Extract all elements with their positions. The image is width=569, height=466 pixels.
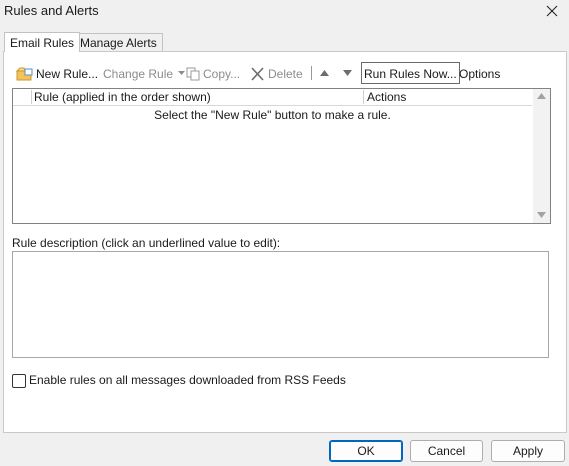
- close-icon: [546, 5, 558, 17]
- rule-description-label: Rule description (click an underlined va…: [12, 236, 281, 250]
- apply-button[interactable]: Apply: [491, 440, 565, 462]
- rules-list[interactable]: Rule (applied in the order shown) Action…: [12, 88, 551, 224]
- delete-icon: [251, 67, 264, 81]
- run-rules-now-label: Run Rules Now...: [364, 66, 457, 81]
- chevron-down-icon: [178, 71, 186, 76]
- rss-rules-label[interactable]: Enable rules on all messages downloaded …: [29, 373, 346, 388]
- title-bar: Rules and Alerts: [0, 0, 569, 26]
- arrow-down-icon: [343, 70, 352, 76]
- window-title: Rules and Alerts: [4, 3, 99, 18]
- move-up-button[interactable]: [319, 62, 330, 84]
- change-rule-button[interactable]: Change Rule: [103, 62, 186, 84]
- run-rules-now-button[interactable]: Run Rules Now...: [361, 62, 460, 84]
- column-divider[interactable]: [363, 90, 364, 104]
- arrow-up-icon: [320, 70, 329, 76]
- delete-label: Delete: [268, 66, 303, 81]
- email-rules-panel: New Rule... Change Rule Copy... Delete R…: [3, 51, 567, 433]
- rule-description-box[interactable]: [12, 251, 549, 358]
- column-header-actions[interactable]: Actions: [367, 89, 406, 105]
- options-button[interactable]: Options: [459, 62, 500, 84]
- move-down-button[interactable]: [342, 62, 353, 84]
- scroll-up-icon[interactable]: [537, 93, 546, 100]
- toolbar-separator: [311, 66, 312, 80]
- copy-label: Copy...: [203, 66, 241, 81]
- copy-button[interactable]: Copy...: [186, 62, 240, 84]
- rss-rules-checkbox[interactable]: [12, 374, 26, 388]
- tab-manage-alerts[interactable]: Manage Alerts: [74, 33, 163, 52]
- rules-toolbar: New Rule... Change Rule Copy... Delete R…: [14, 62, 554, 84]
- tab-email-rules[interactable]: Email Rules: [4, 32, 81, 52]
- new-rule-icon: [16, 67, 33, 81]
- new-rule-label: New Rule...: [36, 66, 99, 81]
- ok-button[interactable]: OK: [329, 440, 403, 462]
- change-rule-label: Change Rule: [103, 66, 174, 81]
- options-label: Options: [459, 66, 501, 81]
- scroll-down-icon[interactable]: [537, 212, 546, 219]
- delete-button[interactable]: Delete: [250, 62, 303, 84]
- new-rule-button[interactable]: New Rule...: [16, 62, 98, 84]
- close-button[interactable]: [542, 1, 562, 21]
- empty-list-message: Select the "New Rule" button to make a r…: [154, 108, 391, 122]
- copy-icon: [186, 67, 200, 81]
- rules-list-header: Rule (applied in the order shown) Action…: [13, 89, 532, 106]
- rules-list-scrollbar[interactable]: [533, 89, 550, 223]
- cancel-button[interactable]: Cancel: [410, 440, 483, 462]
- column-header-rule[interactable]: Rule (applied in the order shown): [34, 89, 211, 105]
- column-divider: [31, 90, 32, 104]
